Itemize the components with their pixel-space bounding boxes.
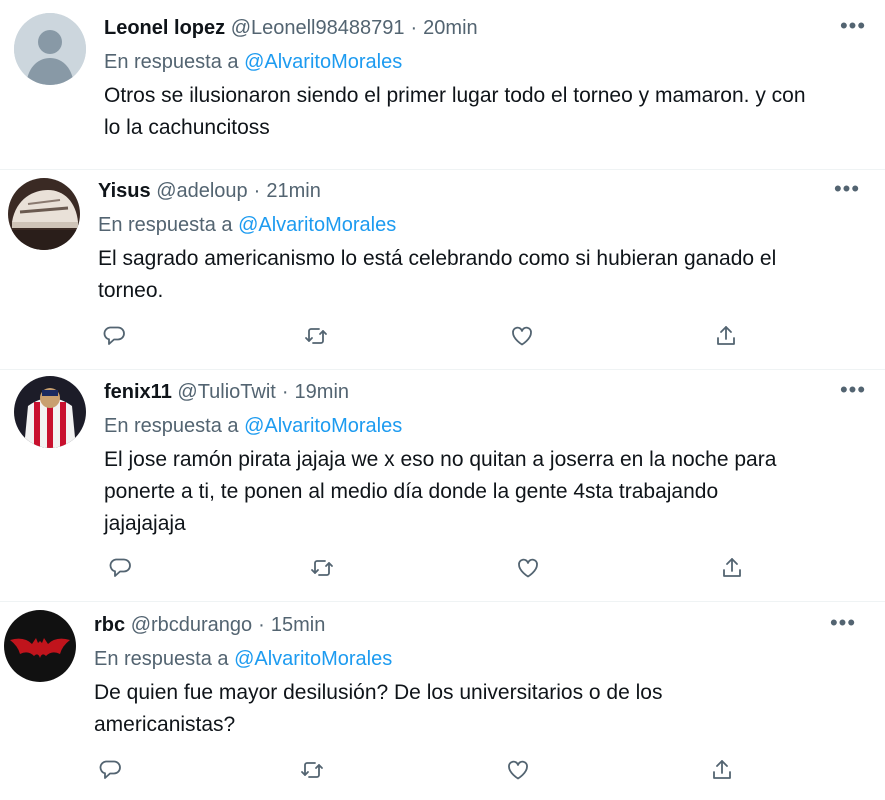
mention-link[interactable]: @AlvaritoMorales [244,51,402,73]
timestamp[interactable]: 15min [271,614,325,636]
user-handle[interactable]: @adeloup [156,180,247,202]
user-handle[interactable]: @rbcdurango [131,614,252,636]
tweet-text-line: jajajajaja [104,512,186,535]
tweet-text-line: americanistas? [94,713,236,736]
user-handle[interactable]: @TulioTwit [177,381,275,403]
retweet-icon[interactable] [294,752,330,788]
more-options-icon[interactable]: ••• [828,611,858,641]
timestamp[interactable]: 21min [266,180,320,202]
tweet-actions [92,752,742,788]
reply-prefix: En respuesta a [94,648,229,670]
tweet-text-line: torneo. [98,279,164,302]
user-handle[interactable]: @Leonell98488791 [231,17,405,39]
avatar[interactable] [4,610,76,682]
red-bat-logo-avatar [4,610,76,682]
reply-feed: Leonel lopez @Leonell98488791 · 20min ••• … [0,0,885,800]
tweet-leonel[interactable]: Leonel lopez @Leonell98488791 · 20min ••• … [0,0,885,170]
tweet-yisus[interactable]: Yisus @adeloup · 21min ••• En respuesta a … [0,170,885,370]
tweet-header: Leonel lopez @Leonell98488791 · 20min [104,13,478,43]
mention-link[interactable]: @AlvaritoMorales [244,415,402,437]
timestamp[interactable]: 20min [423,17,477,39]
tweet-text-line: El jose ramón pirata jajaja we x eso no … [104,448,777,471]
tweet-text-line: De quien fue mayor desilusión? De los un… [94,681,663,704]
tweet-text-line: El sagrado americanismo lo está celebran… [98,247,777,270]
tweet-rbc[interactable]: rbc @rbcdurango · 15min ••• En respuesta a… [0,602,885,800]
tweet-actions [96,318,746,354]
share-icon[interactable] [714,550,750,586]
like-icon[interactable] [510,550,546,586]
reply-context: En respuesta a @AlvaritoMorales [98,210,396,240]
more-options-icon[interactable]: ••• [832,177,862,207]
retweet-icon[interactable] [298,318,334,354]
reply-context: En respuesta a @AlvaritoMorales [94,644,392,674]
reply-icon[interactable] [92,752,128,788]
tweet-fenix11[interactable]: fenix11 @TulioTwit · 19min ••• En respuest… [0,370,885,602]
reply-prefix: En respuesta a [98,214,233,236]
striped-jersey-avatar [14,376,86,448]
display-name[interactable]: fenix11 [104,381,172,403]
tweet-header: Yisus @adeloup · 21min [98,176,321,206]
separator-dot: · [253,180,261,202]
cap-avatar [8,178,80,250]
retweet-icon[interactable] [304,550,340,586]
tweet-text: Otros se ilusionaron siendo el primer lu… [104,80,864,144]
reply-icon[interactable] [96,318,132,354]
display-name[interactable]: rbc [94,614,125,636]
tweet-text-line: ponerte a ti, te ponen al medio día dond… [104,480,719,503]
reply-prefix: En respuesta a [104,415,239,437]
more-options-icon[interactable]: ••• [838,14,868,44]
tweet-text: De quien fue mayor desilusión? De los un… [94,677,854,741]
tweet-text: El jose ramón pirata jajaja we x eso no … [104,444,864,540]
timestamp[interactable]: 19min [295,381,349,403]
like-icon[interactable] [500,752,536,788]
tweet-actions [102,550,752,586]
tweet-header: fenix11 @TulioTwit · 19min [104,377,349,407]
separator-dot: · [258,614,265,636]
separator-dot: · [281,381,289,403]
reply-context: En respuesta a @AlvaritoMorales [104,47,402,77]
display-name[interactable]: Leonel lopez [104,17,225,39]
separator-dot: · [410,17,418,39]
tweet-text-line: Otros se ilusionaron siendo el primer lu… [104,84,806,107]
reply-icon[interactable] [102,550,138,586]
mention-link[interactable]: @AlvaritoMorales [234,648,392,670]
avatar[interactable] [8,178,80,250]
tweet-text-line: lo la cachuncitoss [104,116,270,139]
default-avatar-icon [14,13,86,85]
more-options-icon[interactable]: ••• [838,378,868,408]
reply-context: En respuesta a @AlvaritoMorales [104,411,402,441]
tweet-text: El sagrado americanismo lo está celebran… [98,243,858,307]
avatar[interactable] [14,376,86,448]
mention-link[interactable]: @AlvaritoMorales [238,214,396,236]
avatar[interactable] [14,13,86,85]
share-icon[interactable] [704,752,740,788]
like-icon[interactable] [504,318,540,354]
display-name[interactable]: Yisus [98,180,151,202]
reply-prefix: En respuesta a [104,51,239,73]
tweet-header: rbc @rbcdurango · 15min [94,610,325,640]
share-icon[interactable] [708,318,744,354]
